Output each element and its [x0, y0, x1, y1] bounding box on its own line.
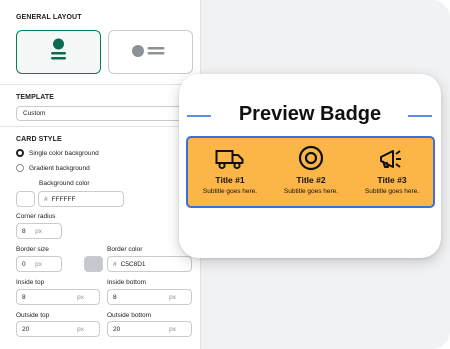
background-color-swatch[interactable] — [16, 191, 35, 207]
badge-3-title: Title #3 — [377, 175, 407, 185]
inside-top-input[interactable]: 8 px — [16, 289, 100, 305]
border-color-hash: # — [113, 261, 117, 268]
inside-bottom-unit: px — [169, 294, 176, 301]
card-style-section: CARD STYLE Single color background Gradi… — [0, 127, 201, 349]
badge-2-subtitle: Subtitle goes here. — [283, 188, 339, 195]
outside-top-value: 20 — [22, 326, 30, 333]
radio-single-color-control[interactable] — [16, 149, 24, 157]
radio-single-color-label: Single color background — [29, 149, 99, 157]
radio-single-color[interactable]: Single color background — [16, 149, 99, 157]
border-color-label: Border color — [107, 246, 143, 253]
inside-top-unit: px — [77, 294, 84, 301]
corner-radius-input[interactable]: 8 px — [16, 223, 62, 239]
border-color-swatch[interactable] — [84, 256, 103, 272]
border-size-label: Border size — [16, 246, 49, 253]
outside-top-input[interactable]: 20 px — [16, 321, 100, 337]
template-heading: TEMPLATE — [16, 94, 55, 101]
inside-bottom-value: 8 — [113, 294, 117, 301]
card-style-heading: CARD STYLE — [16, 136, 62, 143]
border-color-input[interactable]: # C5C8D1 — [107, 256, 192, 272]
preview-card: Preview Badge Title #1 Subtitle goes her… — [179, 74, 441, 258]
template-select[interactable]: Custom — [16, 106, 196, 121]
background-card: GENERAL LAYOUT TEMPLATE Custom CARD STYL… — [0, 0, 450, 349]
settings-panel: GENERAL LAYOUT TEMPLATE Custom CARD STYL… — [0, 0, 201, 349]
border-size-unit: px — [35, 261, 42, 268]
layout-option-inline[interactable] — [108, 30, 193, 74]
outside-bottom-value: 20 — [113, 326, 121, 333]
badge-row[interactable]: Title #1 Subtitle goes here. Title #2 Su… — [186, 136, 435, 208]
target-icon — [298, 145, 324, 171]
badge-1-subtitle: Subtitle goes here. — [202, 188, 258, 195]
outside-top-unit: px — [77, 326, 84, 333]
badge-2[interactable]: Title #2 Subtitle goes here. — [270, 138, 352, 206]
truck-icon — [215, 150, 244, 170]
outside-bottom-unit: px — [169, 326, 176, 333]
corner-radius-value: 8 — [22, 228, 26, 235]
badge-3[interactable]: Title #3 Subtitle goes here. — [351, 138, 433, 206]
inside-bottom-label: Inside bottom — [107, 279, 147, 286]
outside-bottom-label: Outside bottom — [107, 312, 152, 319]
border-color-value: C5C8D1 — [120, 261, 146, 268]
badge-2-title: Title #2 — [296, 175, 326, 185]
inside-top-value: 8 — [22, 294, 26, 301]
background-color-hash: # — [44, 196, 48, 203]
badge-3-subtitle: Subtitle goes here. — [364, 188, 420, 195]
radio-gradient-control[interactable] — [16, 164, 24, 172]
general-layout-section: GENERAL LAYOUT — [0, 0, 201, 85]
inside-top-label: Inside top — [16, 279, 45, 286]
template-section: TEMPLATE Custom — [0, 85, 201, 127]
stacked-layout-icon — [51, 38, 66, 60]
radio-gradient[interactable]: Gradient background — [16, 164, 90, 172]
stage: GENERAL LAYOUT TEMPLATE Custom CARD STYL… — [0, 0, 450, 349]
corner-radius-label: Corner radius — [16, 213, 56, 220]
background-color-input[interactable]: # FFFFFF — [38, 191, 124, 207]
megaphone-icon — [380, 150, 401, 168]
inline-layout-icon — [132, 45, 165, 57]
badge-1[interactable]: Title #1 Subtitle goes here. — [189, 138, 271, 206]
outside-top-label: Outside top — [16, 312, 50, 319]
background-color-label: Background color — [39, 180, 90, 187]
border-size-value: 0 — [22, 261, 26, 268]
general-layout-heading: GENERAL LAYOUT — [16, 14, 82, 21]
title-line-right — [408, 115, 432, 117]
radio-gradient-label: Gradient background — [29, 164, 90, 172]
border-size-input[interactable]: 0 px — [16, 256, 62, 272]
layout-option-stacked[interactable] — [16, 30, 101, 74]
background-color-value: FFFFFF — [51, 196, 76, 203]
outside-bottom-input[interactable]: 20 px — [107, 321, 192, 337]
corner-radius-unit: px — [35, 228, 42, 235]
inside-bottom-input[interactable]: 8 px — [107, 289, 192, 305]
badge-1-title: Title #1 — [215, 175, 245, 185]
template-select-value: Custom — [23, 110, 46, 117]
preview-title: Preview Badge — [238, 103, 382, 125]
